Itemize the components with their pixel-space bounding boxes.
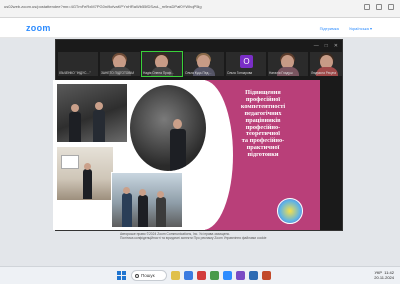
photo-person-head (157, 191, 164, 198)
slide-title: Підвищення професійної компетентності пе… (213, 89, 313, 159)
file-explorer-icon[interactable] (171, 271, 180, 280)
clock-date: 20.11.2024 (374, 275, 394, 280)
taskbar-apps (171, 271, 271, 280)
footer-links[interactable]: Політика конфіденційності та юридичні ас… (120, 236, 290, 240)
photo-person (170, 129, 186, 171)
taskbar-search[interactable]: Пошук (131, 270, 167, 281)
slide-title-line: підготовки (247, 151, 279, 159)
chrome-icon[interactable] (210, 271, 219, 280)
participant-name: Наталія Гладуш (269, 71, 293, 75)
extensions-icon[interactable] (376, 4, 382, 10)
photo-person (69, 112, 81, 142)
photo-person-head (139, 189, 146, 196)
photo-person (83, 169, 92, 199)
photo-person-head (95, 102, 103, 110)
search-icon (135, 274, 139, 278)
header-links: Підтримка Українська ▾ (320, 26, 372, 31)
zoom-header: zoom Підтримка Українська ▾ (0, 18, 400, 38)
participant-name: Людмила Рекуна (311, 71, 337, 75)
photo-person (156, 197, 166, 227)
participant-tile-active[interactable]: Надія Олена Проф… (141, 51, 183, 77)
participant-tile[interactable]: ЗАНЕТО ПІДГОТОВКА (100, 52, 140, 76)
institution-logo (277, 198, 303, 224)
taskbar-search-label: Пошук (141, 273, 155, 278)
browser-address-bar[interactable]: us02web.zoom.us/postattendee?mn=4GTmFeRx… (0, 0, 400, 18)
photo-workshop (56, 83, 128, 143)
word-icon[interactable] (249, 271, 258, 280)
language-select[interactable]: Українська ▾ (349, 26, 372, 31)
photo-person (122, 193, 132, 227)
store-icon[interactable] (197, 271, 206, 280)
participant-name: ІЛЬЧЕНКО "ІНДУС…" (59, 71, 91, 75)
photo-person-head (71, 104, 79, 112)
photo-person (138, 195, 148, 227)
browser-toolbar (364, 4, 394, 10)
close-icon[interactable]: ✕ (334, 43, 338, 49)
powerpoint-icon[interactable] (262, 271, 271, 280)
zoom-logo[interactable]: zoom (26, 23, 51, 33)
photo-person-head (123, 187, 130, 194)
participant-tile[interactable]: Людмила Рекуна (310, 52, 342, 76)
participant-tile[interactable]: ІЛЬЧЕНКО "ІНДУС…" (58, 52, 98, 76)
edge-icon[interactable] (184, 271, 193, 280)
maximize-icon[interactable]: □ (325, 43, 328, 49)
participant-name: Ольга Куць Пед… (185, 71, 212, 75)
page-footer: Авторське право ©2024 Zoom Communication… (120, 232, 290, 241)
photo-outdoor (111, 172, 183, 228)
participant-name: Ольга Гончарова (227, 71, 253, 75)
system-tray[interactable]: УКР 11:42 20.11.2024 (374, 270, 394, 280)
window-controls: — □ ✕ (314, 43, 338, 49)
shared-slide: Підвищення професійної компетентності пе… (53, 80, 320, 230)
participant-tile[interactable]: Наталія Гладуш (268, 52, 308, 76)
participant-strip: ІЛЬЧЕНКО "ІНДУС…" ЗАНЕТО ПІДГОТОВКА Наді… (56, 51, 344, 77)
windows-start-icon[interactable] (117, 271, 126, 280)
photo-board (61, 155, 79, 169)
url-text[interactable]: us02web.zoom.us/postattendee?mn=4GTmFeRx… (4, 4, 364, 9)
star-icon[interactable] (364, 4, 370, 10)
photo-round-machinery (129, 84, 207, 172)
participant-tile[interactable]: Ольга Куць Пед… (184, 52, 224, 76)
participant-name: ЗАНЕТО ПІДГОТОВКА (101, 71, 135, 75)
participant-avatar-letter: O (240, 55, 253, 68)
app-icon[interactable] (236, 271, 245, 280)
zoom-app-icon[interactable] (223, 271, 232, 280)
participant-name: Надія Олена Проф… (143, 71, 175, 75)
photo-classroom (56, 146, 114, 201)
profile-icon[interactable] (388, 4, 394, 10)
photo-person (93, 110, 105, 142)
taskbar: Пошук УКР 11:42 20.11.2024 (0, 266, 400, 284)
participant-tile[interactable]: O Ольга Гончарова (226, 52, 266, 76)
photo-person-head (173, 119, 182, 129)
minimize-icon[interactable]: — (314, 43, 319, 49)
photo-person-head (84, 163, 91, 170)
support-link[interactable]: Підтримка (320, 26, 339, 31)
